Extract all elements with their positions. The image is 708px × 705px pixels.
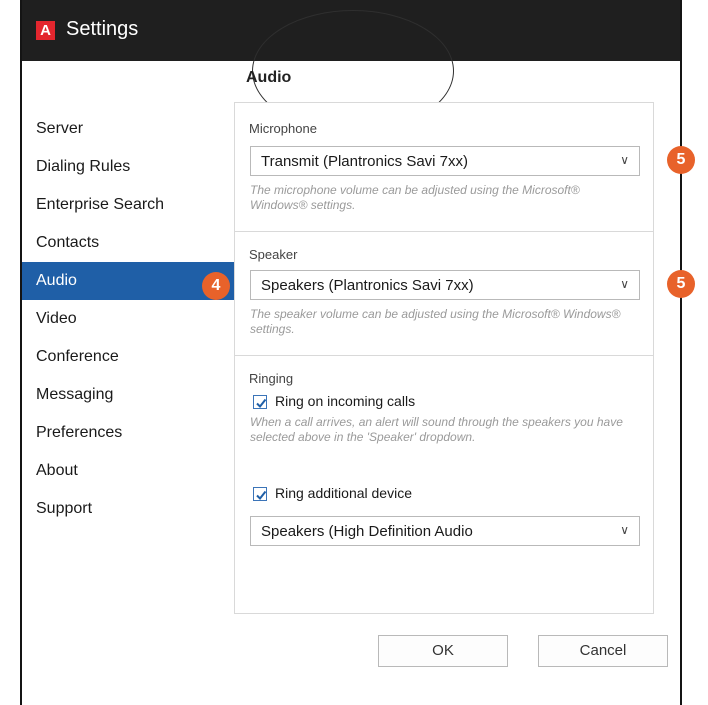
app-logo-icon: A (36, 21, 55, 40)
microphone-hint: The microphone volume can be adjusted us… (250, 183, 580, 212)
ring-device-select[interactable]: Speakers (High Definition Audio ∨ (250, 516, 640, 546)
sidebar-item-contacts[interactable]: Contacts (22, 224, 235, 262)
speaker-group: Speaker Speakers (Plantronics Savi 7xx) … (235, 231, 653, 356)
callout-badge-5-speaker: 5 (667, 270, 695, 298)
page-title: Audio (246, 69, 292, 86)
ringing-hint: When a call arrives, an alert will sound… (250, 415, 623, 444)
sidebar-item-support[interactable]: Support (22, 490, 235, 528)
window-title: Settings (66, 18, 139, 40)
ring-additional-label: Ring additional device (275, 485, 412, 501)
chevron-down-icon: ∨ (620, 523, 629, 537)
chevron-down-icon: ∨ (620, 153, 629, 167)
callout-badge-4: 4 (202, 272, 230, 300)
ring-device-selected-value: Speakers (High Definition Audio (261, 523, 473, 540)
speaker-select[interactable]: Speakers (Plantronics Savi 7xx) ∨ (250, 270, 640, 300)
speaker-label: Speaker (249, 247, 298, 262)
settings-window: A Settings Server Dialing Rules Enterpri… (20, 0, 682, 705)
callout-badge-5-microphone: 5 (667, 146, 695, 174)
microphone-selected-value: Transmit (Plantronics Savi 7xx) (261, 153, 468, 170)
speaker-selected-value: Speakers (Plantronics Savi 7xx) (261, 277, 474, 294)
speaker-hint: The speaker volume can be adjusted using… (250, 307, 621, 336)
audio-settings-panel: Microphone Transmit (Plantronics Savi 7x… (234, 102, 654, 614)
cancel-button[interactable]: Cancel (538, 635, 668, 667)
title-bar: A Settings (22, 0, 680, 132)
settings-sidebar: Server Dialing Rules Enterprise Search C… (22, 110, 235, 528)
microphone-label: Microphone (249, 121, 317, 136)
sidebar-item-enterprise-search[interactable]: Enterprise Search (22, 186, 235, 224)
sidebar-item-messaging[interactable]: Messaging (22, 376, 235, 414)
microphone-select[interactable]: Transmit (Plantronics Savi 7xx) ∨ (250, 146, 640, 176)
sidebar-item-conference[interactable]: Conference (22, 338, 235, 376)
checkmark-icon (256, 490, 267, 501)
ring-additional-checkbox[interactable] (253, 487, 267, 501)
ring-incoming-label: Ring on incoming calls (275, 393, 416, 409)
microphone-group: Microphone Transmit (Plantronics Savi 7x… (235, 103, 653, 232)
sidebar-item-server[interactable]: Server (22, 110, 235, 148)
ok-button[interactable]: OK (378, 635, 508, 667)
chevron-down-icon: ∨ (620, 277, 629, 291)
checkmark-icon (256, 398, 267, 409)
ring-incoming-checkbox[interactable] (253, 395, 267, 409)
ringing-label: Ringing (249, 371, 294, 386)
sidebar-item-video[interactable]: Video (22, 300, 235, 338)
ringing-group: Ringing Ring on incoming calls When a ca… (235, 355, 653, 613)
sidebar-item-about[interactable]: About (22, 452, 235, 490)
sidebar-item-dialing-rules[interactable]: Dialing Rules (22, 148, 235, 186)
sidebar-item-preferences[interactable]: Preferences (22, 414, 235, 452)
